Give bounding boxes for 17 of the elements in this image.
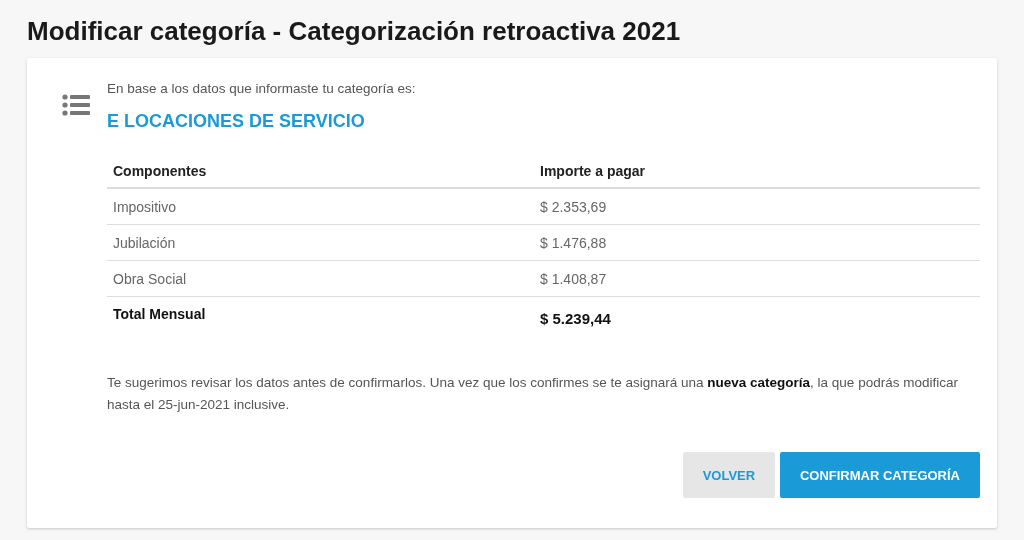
back-button[interactable]: VOLVER	[682, 452, 775, 498]
confirm-button[interactable]: CONFIRMAR CATEGORÍA	[779, 452, 980, 498]
column-header: Componentes	[107, 155, 534, 188]
page-title: Modificar categoría - Categorización retroactiva 2021	[27, 15, 682, 48]
notice-text: Te sugerimos revisar los datos antes de confirmarlos. Una vez que los confirmes se te asignará una nueva categoría, la que podrás modificar hasta el 25-jun-2021 inclusive.	[107, 374, 959, 414]
table-cell: $ 5.239,44	[534, 296, 980, 336]
table-cell: Jubilación	[107, 224, 534, 261]
table-cell: $ 1.476,88	[534, 224, 980, 261]
category-name: E LOCACIONES DE SERVICIO	[107, 110, 366, 132]
list-icon	[62, 94, 90, 116]
table-cell: Impositivo	[107, 188, 534, 225]
table-cell: Obra Social	[107, 260, 534, 297]
intro-text: En base a los datos que informaste tu categoría es:	[107, 80, 417, 98]
table-cell: $ 2.353,69	[534, 188, 980, 225]
table-cell: Total Mensual	[107, 296, 534, 336]
column-header: Importe a pagar	[534, 155, 980, 188]
table-cell: $ 1.408,87	[534, 260, 980, 297]
